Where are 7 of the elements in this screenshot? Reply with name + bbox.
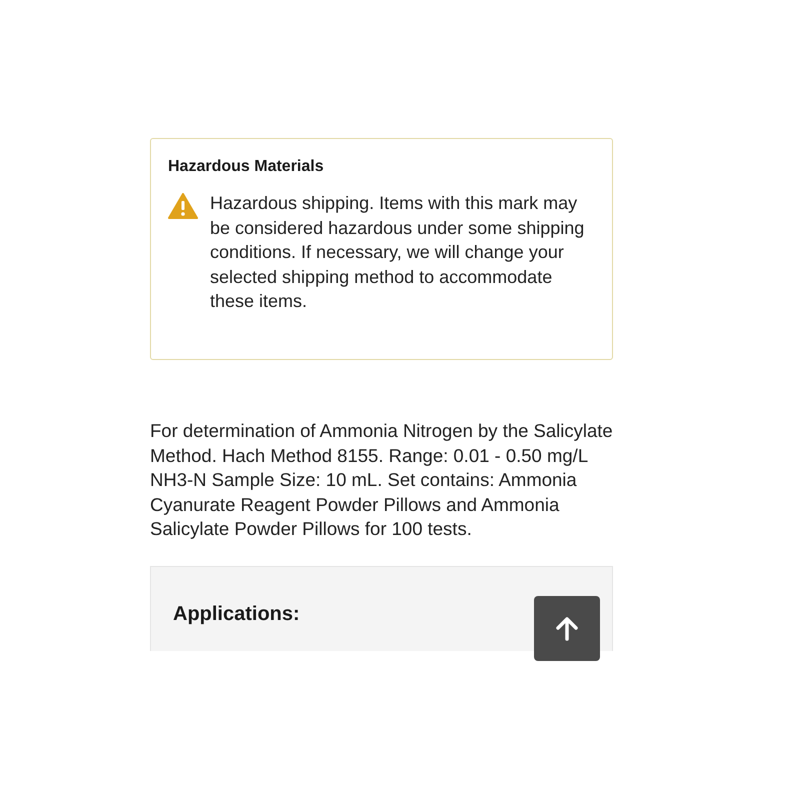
product-description: For determination of Ammonia Nitrogen by the Salicylate Method. Hach Method 8155. Range: 0.01 - 0.50 mg/L NH3-N Sample Size: 10 mL. Set contains: Ammonia Cyanurate Reagent Powder Pillows and Ammonia Salicylate Powder Pillows for 100 tests. bbox=[150, 419, 613, 541]
notice-title: Hazardous Materials bbox=[168, 157, 325, 177]
up-arrow-icon bbox=[556, 616, 578, 640]
warning-icon bbox=[168, 193, 198, 219]
applications-heading: Applications: bbox=[173, 602, 301, 626]
notice-message: Hazardous shipping. Items with this mark may be considered hazardous under some shipping conditions. If necessary, we will change your selected shipping method to accommodate these items. bbox=[210, 192, 586, 313]
back-to-top-button[interactable] bbox=[534, 596, 600, 661]
